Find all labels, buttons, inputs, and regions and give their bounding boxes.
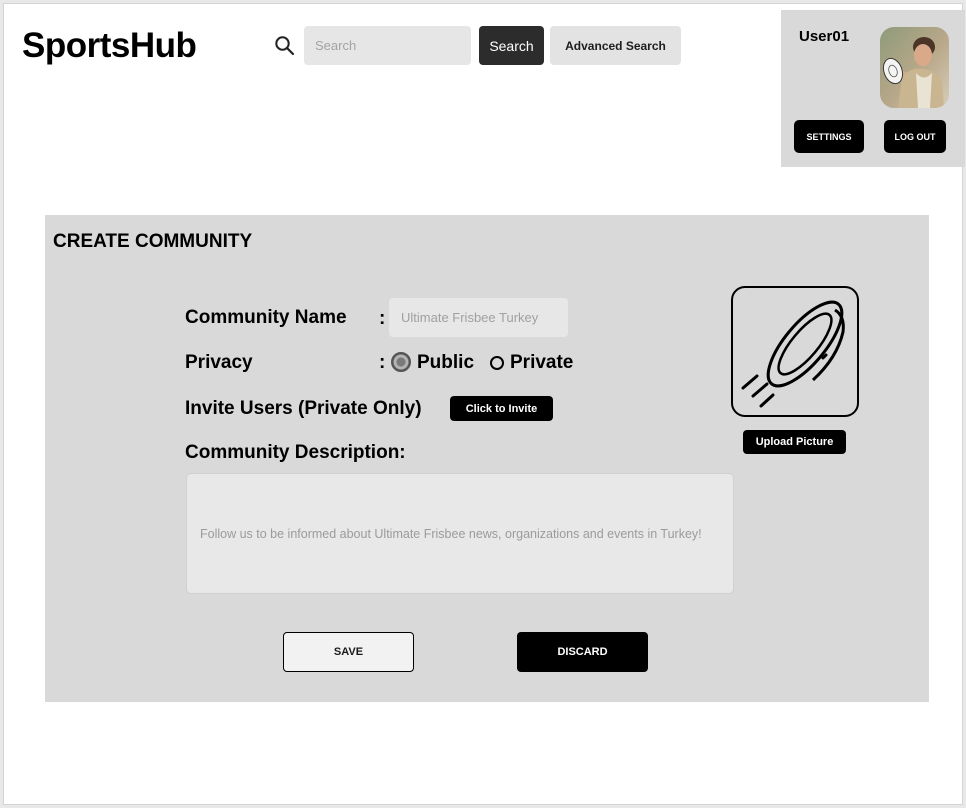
colon: :: [379, 308, 386, 329]
community-name-input[interactable]: [389, 298, 568, 337]
colon: :: [379, 352, 386, 373]
create-community-card: CREATE COMMUNITY Community Name : Privac…: [45, 215, 929, 702]
discard-button[interactable]: DISCARD: [517, 632, 648, 672]
search-input[interactable]: [304, 26, 471, 65]
save-button[interactable]: SAVE: [283, 632, 414, 672]
invite-users-label: Invite Users (Private Only): [185, 398, 422, 419]
description-placeholder: Follow us to be informed about Ultimate …: [200, 526, 702, 541]
privacy-private-label[interactable]: Private: [510, 352, 573, 374]
community-description-label: Community Description:: [185, 442, 406, 463]
user-panel: User01 SETTINGS LOG OUT: [781, 10, 965, 167]
community-description-input[interactable]: Follow us to be informed about Ultimate …: [186, 473, 734, 594]
page-frame: SportsHub Search Advanced Search User01: [3, 3, 965, 805]
privacy-public-radio[interactable]: [391, 352, 411, 372]
advanced-search-button[interactable]: Advanced Search: [550, 26, 681, 65]
avatar[interactable]: [880, 27, 949, 108]
page-title: CREATE COMMUNITY: [53, 231, 253, 252]
privacy-public-label[interactable]: Public: [417, 352, 474, 374]
invite-button[interactable]: Click to Invite: [450, 396, 553, 421]
privacy-label: Privacy: [185, 352, 253, 373]
upload-picture-button[interactable]: Upload Picture: [743, 430, 846, 454]
privacy-private-radio[interactable]: [490, 356, 504, 370]
settings-button[interactable]: SETTINGS: [794, 120, 864, 153]
username: User01: [799, 28, 850, 45]
search-icon[interactable]: [274, 35, 295, 56]
logout-button[interactable]: LOG OUT: [884, 120, 946, 153]
frisbee-icon: [741, 300, 845, 408]
search-button[interactable]: Search: [479, 26, 544, 65]
community-name-label: Community Name: [185, 307, 347, 328]
picture-upload-area[interactable]: [731, 286, 859, 417]
logo[interactable]: SportsHub: [22, 26, 197, 66]
